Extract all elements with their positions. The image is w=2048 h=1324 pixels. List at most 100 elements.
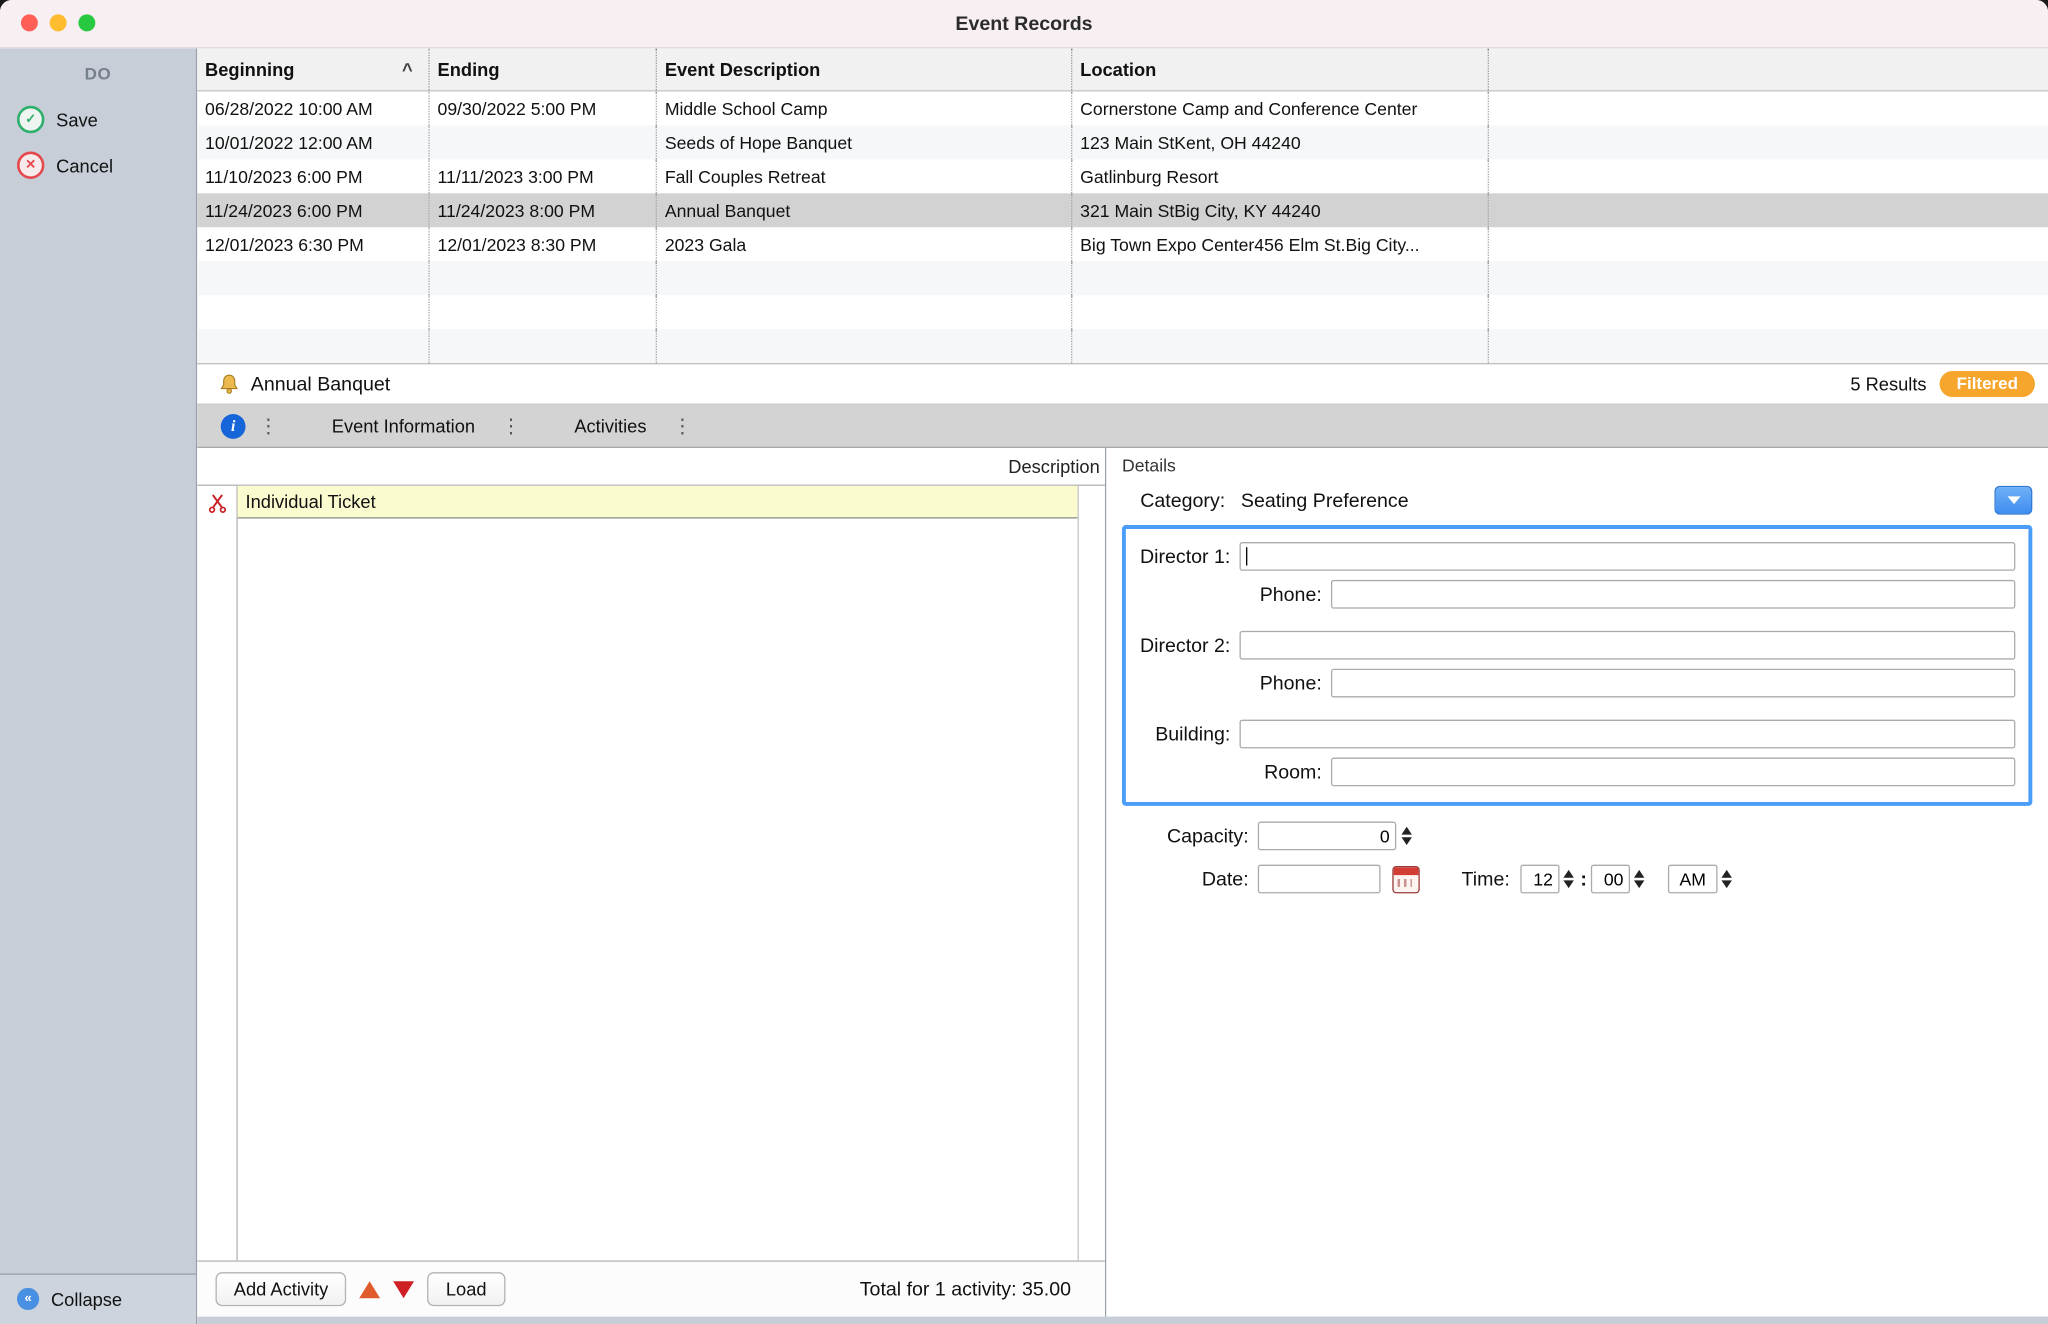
- time-hour-input[interactable]: [1520, 865, 1559, 894]
- tab-activities[interactable]: Activities: [561, 415, 659, 436]
- calendar-icon[interactable]: [1392, 865, 1419, 892]
- capacity-label: Capacity:: [1122, 825, 1258, 847]
- close-window-button[interactable]: [21, 14, 38, 31]
- details-panel: Details Category: Seating Preference Dir…: [1106, 448, 2048, 1317]
- table-row[interactable]: 06/28/2022 10:00 AM 09/30/2022 5:00 PM M…: [197, 91, 2048, 125]
- results-count: 5 Results: [1850, 374, 1926, 395]
- director1-phone-label: Phone:: [1126, 583, 1331, 605]
- window-title: Event Records: [0, 12, 2048, 34]
- stepper-up-icon: [1635, 870, 1645, 878]
- info-icon[interactable]: i: [221, 413, 246, 438]
- stepper-down-icon: [1635, 880, 1645, 888]
- stepper-up-icon: [1722, 870, 1732, 878]
- date-input[interactable]: [1258, 865, 1381, 894]
- director1-phone-input[interactable]: [1331, 580, 2015, 609]
- column-header-empty: [1489, 48, 2048, 90]
- director2-label: Director 2:: [1126, 634, 1240, 656]
- add-activity-button[interactable]: Add Activity: [216, 1272, 347, 1306]
- stepper-up-icon: [1564, 870, 1574, 878]
- drag-handle-icon[interactable]: ⋮: [665, 414, 699, 438]
- load-button[interactable]: Load: [428, 1272, 505, 1306]
- tab-event-information[interactable]: Event Information: [319, 415, 488, 436]
- selected-event-bar: Annual Banquet 5 Results Filtered: [197, 364, 2048, 404]
- details-title: Details: [1122, 456, 2035, 476]
- tab-bar: i ⋮ Event Information ⋮ Activities ⋮: [197, 405, 2048, 448]
- cancel-label: Cancel: [56, 155, 113, 176]
- move-up-icon[interactable]: [360, 1281, 381, 1298]
- drag-handle-icon[interactable]: ⋮: [493, 414, 527, 438]
- window-titlebar: Event Records: [0, 0, 2048, 48]
- director1-label: Director 1:: [1126, 545, 1240, 567]
- ampm-input[interactable]: [1668, 865, 1718, 894]
- event-records-window: Event Records DO ✓ Save ✕ Cancel « Colla…: [0, 0, 2048, 1324]
- director2-phone-input[interactable]: [1331, 669, 2015, 698]
- hour-stepper[interactable]: [1562, 870, 1576, 888]
- chevron-down-icon: [2007, 496, 2020, 504]
- move-down-icon[interactable]: [394, 1281, 415, 1298]
- table-row[interactable]: 12/01/2023 6:30 PM 12/01/2023 8:30 PM 20…: [197, 227, 2048, 261]
- sort-ascending-icon: ^: [402, 59, 428, 80]
- director1-input[interactable]: [1240, 542, 2016, 571]
- column-header-event-description[interactable]: Event Description: [657, 48, 1072, 90]
- cancel-x-icon: ✕: [17, 152, 44, 179]
- activities-toolbar: Add Activity Load Total for 1 activity: …: [197, 1260, 1105, 1316]
- drag-handle-icon[interactable]: ⋮: [251, 414, 285, 438]
- stepper-up-icon: [1401, 827, 1411, 835]
- time-colon: :: [1580, 868, 1587, 890]
- zoom-window-button[interactable]: [78, 14, 95, 31]
- collapse-chevrons-icon: «: [17, 1288, 39, 1310]
- event-table-header: Beginning ^ Ending Event Description Loc…: [197, 48, 2048, 91]
- stepper-down-icon: [1564, 880, 1574, 888]
- filtered-badge[interactable]: Filtered: [1940, 371, 2035, 397]
- activities-list: Individual Ticket: [238, 486, 1079, 1261]
- minute-stepper[interactable]: [1633, 870, 1647, 888]
- save-button[interactable]: ✓ Save: [0, 97, 196, 143]
- table-row-selected[interactable]: 11/24/2023 6:00 PM 11/24/2023 8:00 PM An…: [197, 193, 2048, 227]
- table-row-empty: [197, 295, 2048, 329]
- table-row[interactable]: 11/10/2023 6:00 PM 11/11/2023 3:00 PM Fa…: [197, 159, 2048, 193]
- activities-column-header-description[interactable]: Description: [197, 448, 1105, 486]
- save-label: Save: [56, 109, 98, 130]
- activity-row-selected[interactable]: Individual Ticket: [238, 486, 1078, 519]
- capacity-input[interactable]: [1258, 822, 1396, 851]
- save-check-icon: ✓: [17, 106, 44, 133]
- building-input[interactable]: [1240, 720, 2016, 749]
- delete-activity-scissors-icon[interactable]: [207, 492, 227, 514]
- capacity-stepper[interactable]: [1399, 827, 1413, 845]
- room-label: Room:: [1126, 761, 1331, 783]
- ampm-stepper[interactable]: [1720, 870, 1734, 888]
- window-controls: [21, 14, 95, 31]
- event-table-body: 06/28/2022 10:00 AM 09/30/2022 5:00 PM M…: [197, 91, 2048, 364]
- selected-event-name: Annual Banquet: [251, 373, 390, 395]
- column-header-beginning[interactable]: Beginning ^: [197, 48, 429, 90]
- cancel-button[interactable]: ✕ Cancel: [0, 142, 196, 188]
- sidebar-header: DO: [0, 48, 196, 96]
- table-row-empty: [197, 261, 2048, 295]
- bell-icon: [218, 373, 240, 395]
- director2-phone-label: Phone:: [1126, 672, 1331, 694]
- action-sidebar: DO ✓ Save ✕ Cancel « Collapse: [0, 48, 197, 1324]
- stepper-down-icon: [1722, 880, 1732, 888]
- activity-row-actions-strip: [197, 486, 237, 1261]
- category-dropdown-button[interactable]: [1994, 486, 2032, 515]
- text-cursor: [1246, 547, 1247, 565]
- column-header-location[interactable]: Location: [1072, 48, 1489, 90]
- building-label: Building:: [1126, 723, 1240, 745]
- column-header-ending[interactable]: Ending: [430, 48, 657, 90]
- category-value: Seating Preference: [1241, 489, 1409, 511]
- activities-total: Total for 1 activity: 35.00: [860, 1278, 1087, 1300]
- room-input[interactable]: [1331, 758, 2015, 787]
- table-row-empty: [197, 329, 2048, 363]
- collapse-button[interactable]: « Collapse: [0, 1273, 196, 1324]
- activities-panel: Description Individual Tick: [197, 448, 1106, 1317]
- collapse-label: Collapse: [51, 1288, 122, 1309]
- director2-input[interactable]: [1240, 631, 2016, 660]
- category-label: Category:: [1140, 489, 1225, 511]
- time-minute-input[interactable]: [1591, 865, 1630, 894]
- table-row[interactable]: 10/01/2022 12:00 AM Seeds of Hope Banque…: [197, 125, 2048, 159]
- stepper-down-icon: [1401, 837, 1411, 845]
- directors-group-box: Director 1: Phone:: [1122, 525, 2032, 806]
- date-label: Date:: [1122, 868, 1258, 890]
- time-label: Time:: [1462, 868, 1510, 890]
- minimize-window-button[interactable]: [50, 14, 67, 31]
